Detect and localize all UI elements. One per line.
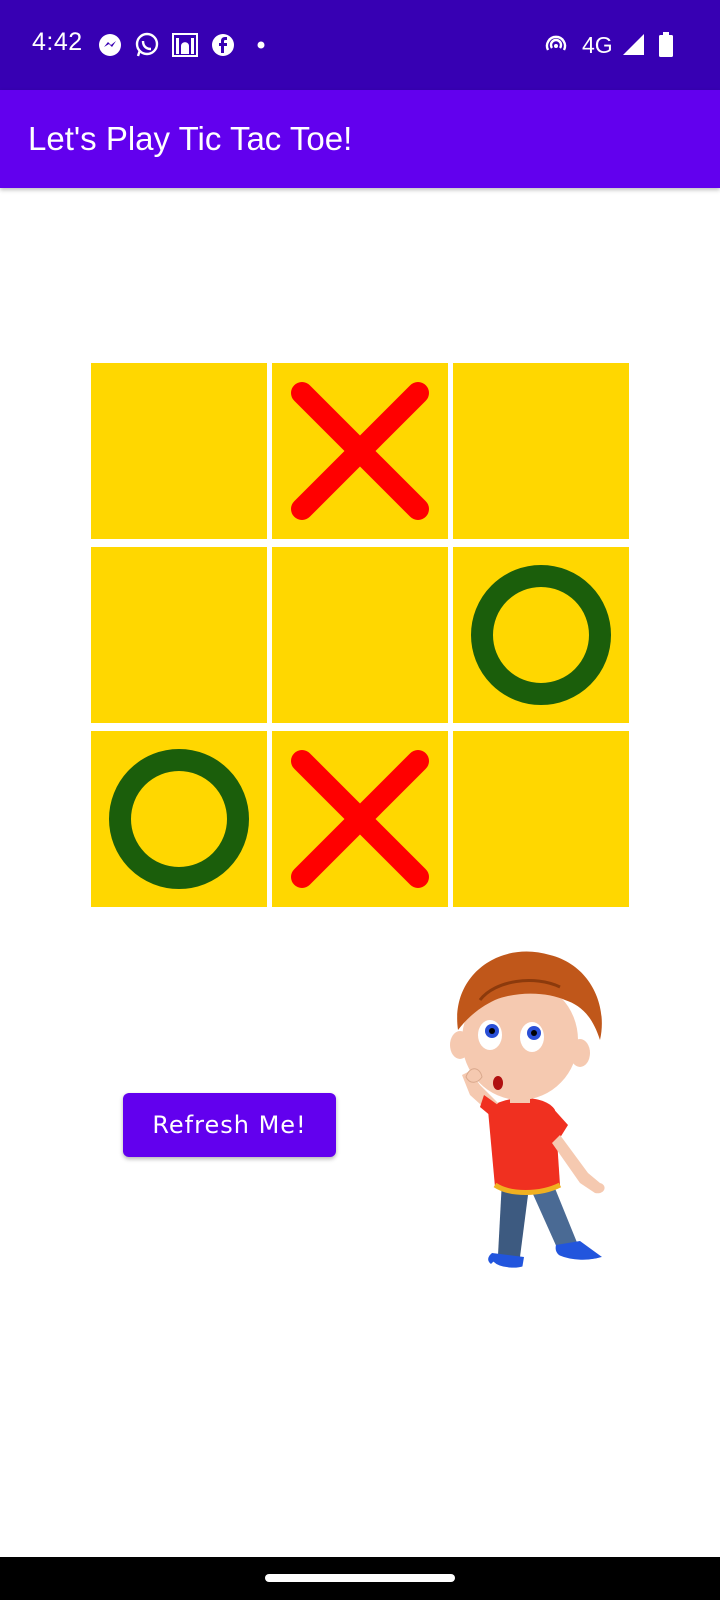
status-time: 4:42 — [32, 28, 83, 56]
o-mark-icon — [109, 749, 249, 889]
board-cell-3[interactable] — [453, 363, 629, 539]
status-bar: 4:42 4G — [0, 0, 720, 90]
battery-icon — [654, 32, 680, 58]
board-cell-9[interactable] — [453, 731, 629, 907]
x-mark-icon — [291, 382, 429, 520]
facebook-icon — [210, 32, 236, 58]
board-cell-4[interactable] — [91, 547, 267, 723]
app-title: Let's Play Tic Tac Toe! — [28, 120, 353, 157]
dot-icon — [253, 32, 279, 58]
board-cell-1[interactable] — [91, 363, 267, 539]
messenger-icon — [97, 32, 123, 58]
app-bar: Let's Play Tic Tac Toe! — [0, 90, 720, 188]
hotspot-icon — [543, 32, 569, 58]
home-gesture-handle[interactable] — [265, 1574, 455, 1582]
board-cell-7[interactable] — [91, 731, 267, 907]
board-cell-8[interactable] — [272, 731, 448, 907]
navigation-bar — [0, 1557, 720, 1600]
whatsapp-icon — [134, 32, 160, 58]
thinking-boy-illustration — [440, 945, 630, 1305]
game-board — [91, 363, 629, 907]
o-mark-icon — [471, 565, 611, 705]
board-cell-6[interactable] — [453, 547, 629, 723]
network-type: 4G — [582, 32, 613, 58]
board-cell-5[interactable] — [272, 547, 448, 723]
mosque-icon — [172, 32, 198, 58]
refresh-button[interactable]: Refresh Me! — [123, 1093, 336, 1157]
board-cell-2[interactable] — [272, 363, 448, 539]
signal-icon — [621, 32, 647, 58]
x-mark-icon — [291, 750, 429, 888]
